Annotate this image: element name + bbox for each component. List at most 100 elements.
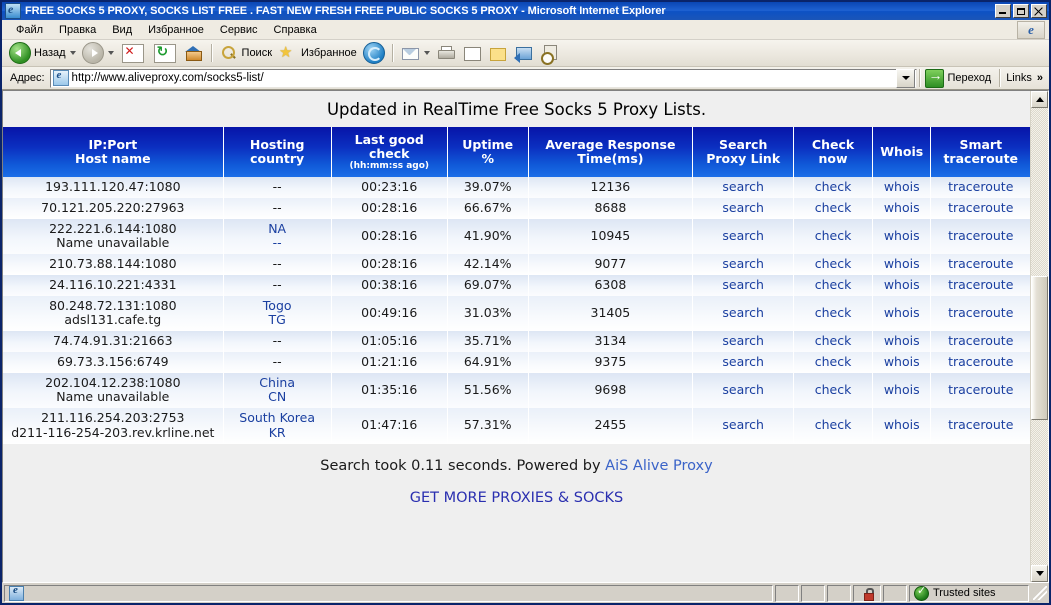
- minimize-button[interactable]: [995, 4, 1011, 18]
- cell-whois[interactable]: whois: [872, 373, 931, 409]
- whois-link[interactable]: whois: [884, 333, 920, 348]
- check-link[interactable]: check: [815, 305, 852, 320]
- forward-button[interactable]: [79, 42, 117, 64]
- address-input[interactable]: http://www.aliveproxy.com/socks5-list/: [50, 69, 918, 88]
- menu-item-help[interactable]: Справка: [266, 22, 325, 38]
- cell-whois[interactable]: whois: [872, 198, 931, 219]
- scroll-down-button[interactable]: [1031, 565, 1048, 582]
- cell-whois[interactable]: whois: [872, 296, 931, 332]
- close-button[interactable]: [1031, 4, 1047, 18]
- menu-item-file[interactable]: Файл: [8, 22, 51, 38]
- cell-smart-traceroute[interactable]: traceroute: [931, 373, 1030, 409]
- menu-item-favorites[interactable]: Избранное: [140, 22, 212, 38]
- check-link[interactable]: check: [815, 417, 852, 432]
- refresh-button[interactable]: [149, 42, 181, 64]
- favorites-button[interactable]: Избранное: [275, 42, 360, 64]
- cell-hosting-country[interactable]: South KoreaKR: [223, 408, 331, 444]
- traceroute-link[interactable]: traceroute: [948, 417, 1013, 432]
- cell-smart-traceroute[interactable]: traceroute: [931, 331, 1030, 352]
- back-dropdown-caret-icon[interactable]: [70, 51, 76, 55]
- cell-smart-traceroute[interactable]: traceroute: [931, 254, 1030, 275]
- messenger-button[interactable]: [511, 42, 537, 64]
- vertical-scrollbar[interactable]: [1030, 91, 1048, 582]
- media-button[interactable]: [360, 42, 388, 64]
- whois-link[interactable]: whois: [884, 179, 920, 194]
- traceroute-link[interactable]: traceroute: [948, 305, 1013, 320]
- cell-hosting-country[interactable]: ChinaCN: [223, 373, 331, 409]
- country-link[interactable]: South Korea: [239, 410, 315, 425]
- cell-smart-traceroute[interactable]: traceroute: [931, 198, 1030, 219]
- cell-whois[interactable]: whois: [872, 331, 931, 352]
- search-button[interactable]: Поиск: [216, 42, 275, 64]
- country-link[interactable]: NA: [268, 221, 286, 236]
- cell-search-proxy-link[interactable]: search: [693, 275, 794, 296]
- cell-smart-traceroute[interactable]: traceroute: [931, 296, 1030, 332]
- search-link[interactable]: search: [722, 417, 764, 432]
- search-link[interactable]: search: [722, 305, 764, 320]
- cell-check-now[interactable]: check: [794, 331, 873, 352]
- maximize-button[interactable]: [1013, 4, 1029, 18]
- search-link[interactable]: search: [722, 256, 764, 271]
- cell-check-now[interactable]: check: [794, 198, 873, 219]
- search-link[interactable]: search: [722, 200, 764, 215]
- whois-link[interactable]: whois: [884, 277, 920, 292]
- cell-smart-traceroute[interactable]: traceroute: [931, 408, 1030, 444]
- check-link[interactable]: check: [815, 200, 852, 215]
- mail-button[interactable]: [397, 42, 433, 64]
- back-button[interactable]: Назад: [6, 42, 79, 64]
- cell-whois[interactable]: whois: [872, 177, 931, 198]
- privacy-report-panel[interactable]: [853, 585, 881, 602]
- check-link[interactable]: check: [815, 333, 852, 348]
- search-link[interactable]: search: [722, 277, 764, 292]
- whois-link[interactable]: whois: [884, 417, 920, 432]
- cell-search-proxy-link[interactable]: search: [693, 331, 794, 352]
- scrollbar-track[interactable]: [1031, 108, 1048, 565]
- cell-whois[interactable]: whois: [872, 352, 931, 373]
- whois-link[interactable]: whois: [884, 200, 920, 215]
- menu-item-tools[interactable]: Сервис: [212, 22, 266, 38]
- cell-search-proxy-link[interactable]: search: [693, 219, 794, 255]
- country-link[interactable]: China: [259, 375, 295, 390]
- forward-dropdown-caret-icon[interactable]: [108, 51, 114, 55]
- whois-link[interactable]: whois: [884, 382, 920, 397]
- traceroute-link[interactable]: traceroute: [948, 382, 1013, 397]
- traceroute-link[interactable]: traceroute: [948, 277, 1013, 292]
- links-bar-button[interactable]: Links »: [1002, 72, 1047, 84]
- traceroute-link[interactable]: traceroute: [948, 256, 1013, 271]
- get-more-proxies-link[interactable]: GET MORE PROXIES & SOCKS: [410, 490, 624, 506]
- cell-whois[interactable]: whois: [872, 219, 931, 255]
- check-link[interactable]: check: [815, 354, 852, 369]
- cell-smart-traceroute[interactable]: traceroute: [931, 177, 1030, 198]
- cell-whois[interactable]: whois: [872, 275, 931, 296]
- edit-button[interactable]: [459, 42, 485, 64]
- cell-check-now[interactable]: check: [794, 254, 873, 275]
- country-link[interactable]: Togo: [263, 298, 292, 313]
- cell-search-proxy-link[interactable]: search: [693, 352, 794, 373]
- scrollbar-thumb[interactable]: [1031, 276, 1048, 420]
- menu-item-view[interactable]: Вид: [104, 22, 140, 38]
- cell-search-proxy-link[interactable]: search: [693, 254, 794, 275]
- cell-whois[interactable]: whois: [872, 254, 931, 275]
- address-dropdown-button[interactable]: [896, 69, 915, 88]
- cell-search-proxy-link[interactable]: search: [693, 198, 794, 219]
- notes-button[interactable]: [485, 42, 511, 64]
- cell-check-now[interactable]: check: [794, 275, 873, 296]
- whois-link[interactable]: whois: [884, 354, 920, 369]
- chevron-right-icon[interactable]: »: [1037, 72, 1043, 84]
- search-link[interactable]: search: [722, 382, 764, 397]
- traceroute-link[interactable]: traceroute: [948, 228, 1013, 243]
- cell-check-now[interactable]: check: [794, 296, 873, 332]
- stop-button[interactable]: [117, 42, 149, 64]
- cell-search-proxy-link[interactable]: search: [693, 296, 794, 332]
- home-button[interactable]: [181, 42, 207, 64]
- cell-search-proxy-link[interactable]: search: [693, 373, 794, 409]
- security-zone-panel[interactable]: Trusted sites: [909, 585, 1029, 602]
- aliveproxy-link[interactable]: AiS Alive Proxy: [605, 458, 713, 474]
- cell-hosting-country[interactable]: NA--: [223, 219, 331, 255]
- whois-link[interactable]: whois: [884, 228, 920, 243]
- cell-whois[interactable]: whois: [872, 408, 931, 444]
- traceroute-link[interactable]: traceroute: [948, 354, 1013, 369]
- whois-link[interactable]: whois: [884, 305, 920, 320]
- cell-check-now[interactable]: check: [794, 177, 873, 198]
- check-link[interactable]: check: [815, 256, 852, 271]
